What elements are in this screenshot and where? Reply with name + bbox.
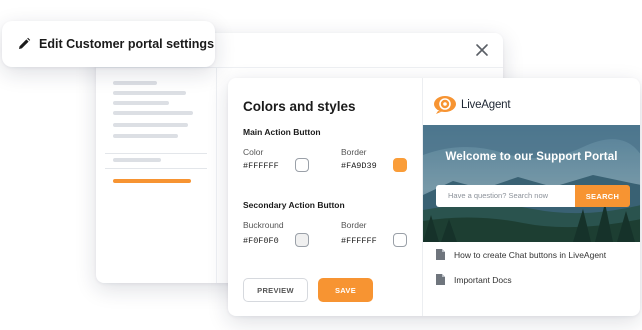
document-icon xyxy=(436,274,445,285)
liveagent-logo-icon xyxy=(434,96,456,114)
main-border-label: Border xyxy=(341,147,367,157)
secondary-background-swatch[interactable] xyxy=(295,233,309,247)
main-color-swatch[interactable] xyxy=(295,158,309,172)
portal-preview: LiveAgent Welcome to our Support Portal … xyxy=(422,78,640,316)
landscape-image xyxy=(423,125,640,242)
colors-and-styles-panel: Colors and styles Main Action Button Col… xyxy=(228,78,422,316)
pencil-icon xyxy=(19,37,31,49)
sidebar-item-active[interactable] xyxy=(113,179,191,183)
secondary-border-label: Border xyxy=(341,220,367,230)
sidebar-placeholder-line[interactable] xyxy=(113,158,161,162)
search-placeholder: Have a question? Search now xyxy=(448,191,549,200)
sidebar-placeholder-line xyxy=(113,81,157,85)
settings-sidebar xyxy=(96,67,217,283)
portal-search-input[interactable]: Have a question? Search now xyxy=(436,185,588,207)
preview-button[interactable]: PREVIEW xyxy=(243,278,308,302)
close-icon[interactable] xyxy=(473,41,491,59)
customization-panel: Colors and styles Main Action Button Col… xyxy=(228,78,640,316)
doc-link-chat-buttons[interactable]: How to create Chat buttons in LiveAgent xyxy=(436,249,606,260)
sidebar-divider xyxy=(105,153,207,154)
sidebar-placeholder-line xyxy=(113,91,186,95)
sidebar-placeholder-line xyxy=(113,134,178,138)
dialog-title: Edit Customer portal settings xyxy=(39,37,215,51)
secondary-border-value[interactable]: #FFFFFF xyxy=(341,236,377,246)
secondary-background-value[interactable]: #F0F0F0 xyxy=(243,236,279,246)
portal-welcome-title: Welcome to our Support Portal xyxy=(445,151,618,163)
doc-link-title: How to create Chat buttons in LiveAgent xyxy=(454,249,607,260)
doc-link-title: Important Docs xyxy=(454,274,512,285)
portal-search-button[interactable]: SEARCH xyxy=(575,185,630,207)
portal-hero-banner: Welcome to our Support Portal Have a que… xyxy=(423,125,640,242)
sidebar-divider xyxy=(105,168,207,169)
secondary-border-swatch[interactable] xyxy=(393,233,407,247)
document-icon xyxy=(436,249,445,260)
secondary-background-label: Buckround xyxy=(243,220,284,230)
save-button[interactable]: SAVE xyxy=(318,278,373,302)
logo-text: LiveAgent xyxy=(461,98,511,111)
liveagent-logo: LiveAgent xyxy=(433,95,511,114)
main-border-swatch[interactable] xyxy=(393,158,407,172)
main-action-heading: Main Action Button xyxy=(243,127,321,137)
doc-link-important-docs[interactable]: Important Docs xyxy=(436,274,512,285)
main-border-value[interactable]: #FA9D39 xyxy=(341,161,377,171)
sidebar-placeholder-line xyxy=(113,123,188,127)
main-color-value[interactable]: #FFFFFF xyxy=(243,161,279,171)
colors-heading: Colors and styles xyxy=(243,99,356,114)
sidebar-placeholder-line xyxy=(113,111,193,115)
sidebar-placeholder-line xyxy=(113,101,169,105)
secondary-action-heading: Secondary Action Button xyxy=(243,200,345,210)
main-color-label: Color xyxy=(243,147,264,157)
dialog-title-pill: Edit Customer portal settings xyxy=(2,21,215,67)
